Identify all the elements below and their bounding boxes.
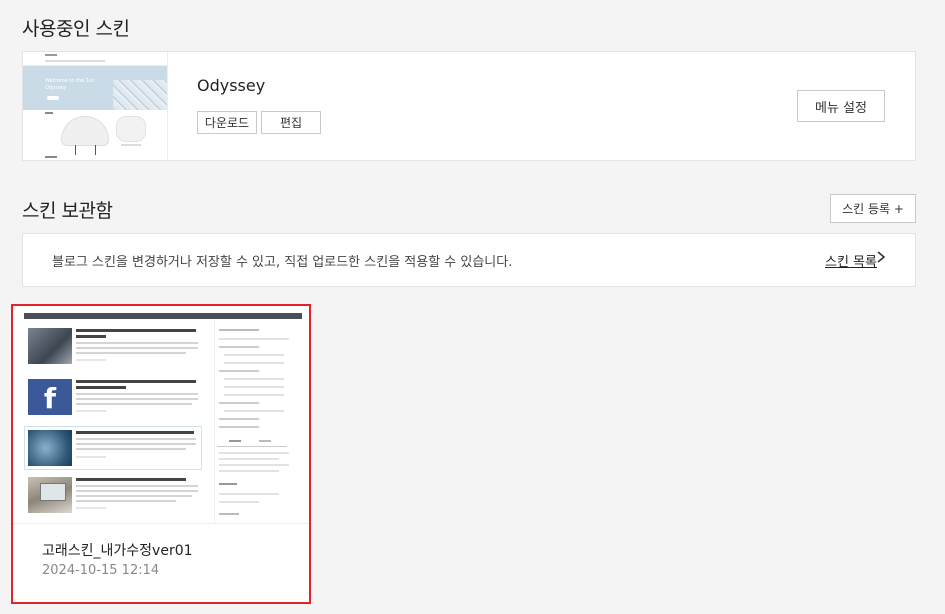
post-1-thumbnail [28, 328, 72, 364]
current-skin-panel: Welcome to the 1st Odyssey Odyssey 다운로드 … [22, 51, 916, 161]
skin-vault-heading: 스킨 보관함 [22, 200, 113, 222]
skin-card-preview: f [24, 313, 302, 523]
thumbnail-hero-line1: Welcome to the 1st [45, 78, 94, 84]
vault-info-panel: 블로그 스킨을 변경하거나 저장할 수 있고, 직접 업로드한 스킨을 적용할 … [22, 233, 916, 287]
download-button[interactable]: 다운로드 [197, 111, 257, 134]
current-skin-thumbnail[interactable]: Welcome to the 1st Odyssey [23, 52, 168, 160]
thumbnail-header [23, 52, 167, 66]
chair-image [61, 116, 109, 146]
skin-list-link[interactable]: 스킨 목록 [825, 251, 877, 270]
thumbnail-image-2 [116, 116, 146, 142]
edit-button[interactable]: 편집 [261, 111, 321, 134]
menu-settings-button[interactable]: 메뉴 설정 [797, 90, 885, 122]
vault-info-text: 블로그 스킨을 변경하거나 저장할 수 있고, 직접 업로드한 스킨을 적용할 … [52, 255, 513, 270]
current-skin-name: Odyssey [197, 76, 266, 95]
thumbnail-hero-line2: Odyssey [45, 85, 67, 91]
chevron-right-icon [874, 249, 888, 269]
current-skin-heading: 사용중인 스킨 [22, 18, 130, 40]
post-3-thumbnail [28, 430, 72, 466]
skin-card-date: 2024-10-15 12:14 [42, 563, 160, 578]
thumbnail-hero: Welcome to the 1st Odyssey [23, 66, 167, 110]
skin-card-name: 고래스킨_내가수정ver01 [42, 543, 193, 559]
facebook-icon: f [28, 379, 72, 415]
register-skin-button[interactable]: 스킨 등록 + [830, 194, 916, 223]
skin-card[interactable]: f 고래스킨_내가수정ver01 2024-10-15 12:14 [11, 304, 311, 604]
